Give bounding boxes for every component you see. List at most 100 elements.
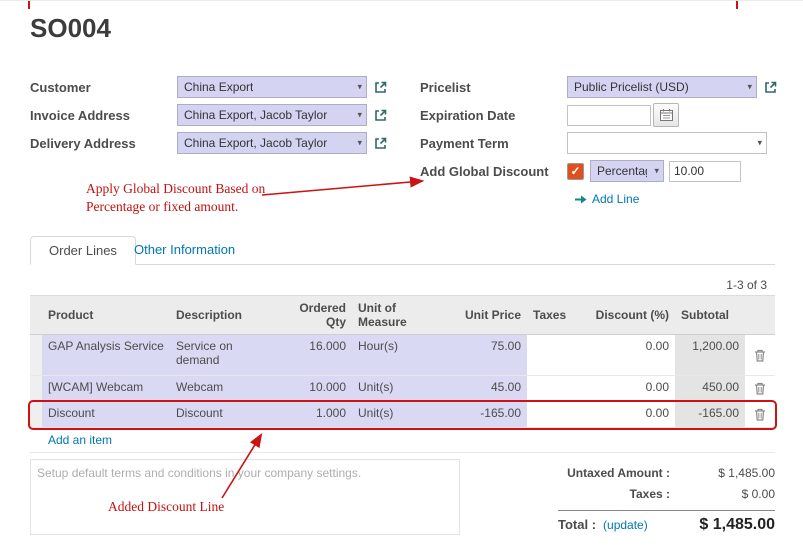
taxes-row: Taxes : $ 0.00 — [538, 483, 775, 504]
add-item-row: Add an item — [30, 428, 775, 453]
annotation-arrow-to-global-discount — [262, 181, 422, 195]
invoice-address-select[interactable]: China Export, Jacob Taylor ▾ — [177, 104, 367, 126]
totals-divider — [558, 510, 775, 511]
invoice-address-field-row: Invoice Address China Export, Jacob Tayl… — [30, 101, 420, 129]
total-value: $ 1,485.00 — [648, 516, 775, 534]
calendar-button[interactable] — [653, 103, 679, 127]
row-handle — [30, 335, 42, 375]
chevron-down-icon: ▾ — [357, 111, 362, 120]
global-discount-checkbox[interactable]: ✓ — [567, 163, 584, 180]
pricelist-label: Pricelist — [420, 80, 567, 95]
invoice-address-value: China Export, Jacob Taylor — [184, 108, 327, 122]
delete-row-button[interactable] — [745, 335, 775, 375]
discount-amount-input[interactable] — [669, 161, 741, 182]
update-total-link[interactable]: (update) — [603, 518, 648, 532]
header-unit-of-measure: Unit of Measure — [352, 296, 452, 334]
cell-taxes[interactable] — [527, 376, 582, 401]
payment-term-select[interactable]: ▾ — [567, 132, 767, 154]
cell-description[interactable]: Service on demand — [170, 335, 270, 375]
total-label: Total : — [558, 517, 596, 532]
cell-discount[interactable]: 0.00 — [582, 402, 675, 427]
cell-ordered-qty[interactable]: 10.000 — [270, 376, 352, 401]
cell-product[interactable]: [WCAM] Webcam — [42, 376, 170, 401]
delivery-address-field-row: Delivery Address China Export, Jacob Tay… — [30, 129, 420, 157]
add-an-item-link[interactable]: Add an item — [48, 433, 112, 447]
external-link-icon — [374, 81, 387, 94]
pricelist-field-row: Pricelist Public Pricelist (USD) ▾ — [420, 73, 785, 101]
cell-subtotal: 1,200.00 — [675, 335, 745, 375]
cell-product[interactable]: GAP Analysis Service — [42, 335, 170, 375]
customer-field-row: Customer China Export ▾ — [30, 73, 420, 101]
pager-range: 1-3 of 3 — [726, 278, 767, 292]
pricelist-select[interactable]: Public Pricelist (USD) ▾ — [567, 76, 757, 98]
order-line-row-3-discount: Discount Discount 1.000 Unit(s) -165.00 … — [30, 402, 775, 428]
cell-unit-price[interactable]: -165.00 — [452, 402, 527, 427]
header-handle — [30, 296, 42, 334]
cell-unit-price[interactable]: 45.00 — [452, 376, 527, 401]
customer-label: Customer — [30, 80, 177, 95]
header-discount: Discount (%) — [582, 296, 675, 334]
trash-icon — [754, 408, 766, 421]
expiration-date-label: Expiration Date — [420, 108, 567, 123]
cell-ordered-qty[interactable]: 16.000 — [270, 335, 352, 375]
add-line-link[interactable]: Add Line — [575, 192, 639, 206]
cell-product[interactable]: Discount — [42, 402, 170, 427]
cell-description[interactable]: Discount — [170, 402, 270, 427]
cell-subtotal: -165.00 — [675, 402, 745, 427]
external-link-icon — [374, 109, 387, 122]
annotation-global-discount: Apply Global Discount Based on Percentag… — [86, 180, 278, 216]
cell-unit-of-measure[interactable]: Hour(s) — [352, 335, 452, 375]
chevron-down-icon: ▾ — [654, 167, 659, 176]
table-header-row: Product Description Ordered Qty Unit of … — [30, 295, 775, 335]
header-ordered-qty: Ordered Qty — [270, 296, 352, 334]
header-unit-price: Unit Price — [452, 296, 527, 334]
order-lines-table: Product Description Ordered Qty Unit of … — [30, 295, 775, 453]
cell-description[interactable]: Webcam — [170, 376, 270, 401]
total-row: Total : (update) $ 1,485.00 — [558, 516, 775, 534]
delivery-address-external-link-button[interactable] — [370, 133, 390, 153]
cell-ordered-qty[interactable]: 1.000 — [270, 402, 352, 427]
taxes-label: Taxes : — [538, 487, 670, 501]
invoice-address-label: Invoice Address — [30, 108, 177, 123]
pricelist-external-link-button[interactable] — [760, 77, 780, 97]
trash-icon — [754, 382, 766, 395]
global-discount-field-row: Add Global Discount ✓ Percentage ▾ — [420, 157, 785, 185]
trash-icon — [754, 349, 766, 362]
page-title: SO004 — [30, 13, 111, 44]
customer-value: China Export — [184, 80, 253, 94]
expiration-date-input[interactable] — [567, 105, 651, 126]
cell-discount[interactable]: 0.00 — [582, 335, 675, 375]
cell-unit-of-measure[interactable]: Unit(s) — [352, 402, 452, 427]
tab-order-lines[interactable]: Order Lines — [30, 236, 136, 265]
invoice-address-external-link-button[interactable] — [370, 105, 390, 125]
cell-discount[interactable]: 0.00 — [582, 376, 675, 401]
chevron-down-icon: ▾ — [757, 139, 762, 148]
cell-unit-of-measure[interactable]: Unit(s) — [352, 376, 452, 401]
external-link-icon — [374, 137, 387, 150]
customer-select[interactable]: China Export ▾ — [177, 76, 367, 98]
untaxed-amount-value: $ 1,485.00 — [670, 466, 775, 480]
cell-unit-price[interactable]: 75.00 — [452, 335, 527, 375]
delivery-address-value: China Export, Jacob Taylor — [184, 136, 327, 150]
chevron-down-icon: ▾ — [357, 139, 362, 148]
payment-term-label: Payment Term — [420, 136, 567, 151]
header-delete — [745, 296, 775, 334]
delivery-address-select[interactable]: China Export, Jacob Taylor ▾ — [177, 132, 367, 154]
cell-subtotal: 450.00 — [675, 376, 745, 401]
customer-external-link-button[interactable] — [370, 77, 390, 97]
row-handle — [30, 402, 42, 427]
annotation-crop-mark-right — [736, 1, 738, 9]
order-line-row-2: [WCAM] Webcam Webcam 10.000 Unit(s) 45.0… — [30, 376, 775, 402]
cell-taxes[interactable] — [527, 335, 582, 375]
tab-other-information[interactable]: Other Information — [134, 242, 235, 257]
delete-row-button[interactable] — [745, 402, 775, 427]
cell-taxes[interactable] — [527, 402, 582, 427]
header-description: Description — [170, 296, 270, 334]
delete-row-button[interactable] — [745, 376, 775, 401]
header-subtotal: Subtotal — [675, 296, 745, 334]
totals-block: Untaxed Amount : $ 1,485.00 Taxes : $ 0.… — [538, 462, 775, 534]
pricelist-value: Public Pricelist (USD) — [574, 80, 689, 94]
discount-type-select[interactable]: Percentage ▾ — [590, 160, 664, 182]
terms-and-conditions-textarea[interactable] — [30, 459, 460, 535]
add-line-row: Add Line — [420, 185, 785, 213]
